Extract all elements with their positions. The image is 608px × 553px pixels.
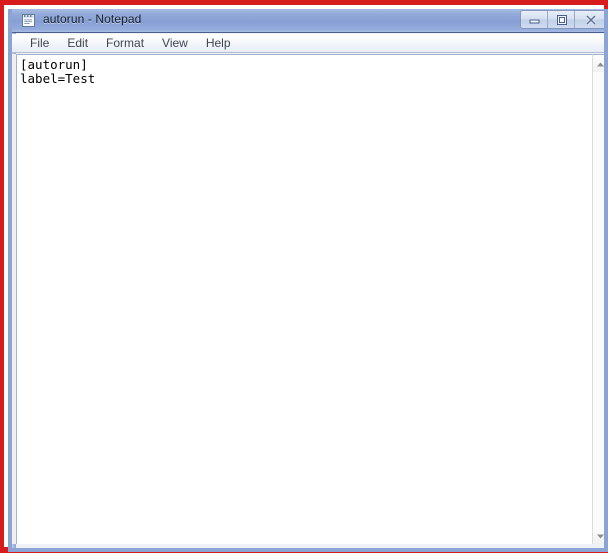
text-editor[interactable]: [autorun] label=Test xyxy=(16,54,592,544)
scroll-up-button[interactable] xyxy=(593,55,605,73)
notepad-icon xyxy=(21,13,36,28)
window-title: autorun - Notepad xyxy=(43,12,142,26)
scroll-down-button[interactable] xyxy=(593,527,605,545)
close-icon xyxy=(584,14,598,26)
close-button[interactable] xyxy=(575,11,604,28)
client-area: [autorun] label=Test xyxy=(12,54,605,545)
maximize-icon xyxy=(555,14,568,26)
menu-item-file[interactable]: File xyxy=(21,35,58,52)
selection-highlight-border: autorun - Notepad File Edit Format View … xyxy=(0,0,608,553)
scroll-up-icon xyxy=(596,55,605,73)
menu-item-help[interactable]: Help xyxy=(197,35,240,52)
editor-content: [autorun] label=Test xyxy=(20,57,96,86)
minimize-icon xyxy=(528,14,541,25)
window-controls xyxy=(520,10,604,29)
menu-bar: File Edit Format View Help xyxy=(12,34,604,53)
vertical-scrollbar[interactable] xyxy=(592,54,605,545)
menu-item-edit[interactable]: Edit xyxy=(58,35,97,52)
maximize-button[interactable] xyxy=(548,11,575,28)
notepad-window: autorun - Notepad File Edit Format View … xyxy=(8,9,608,552)
scroll-down-icon xyxy=(596,527,605,545)
title-bar[interactable]: autorun - Notepad xyxy=(12,9,604,33)
menu-item-view[interactable]: View xyxy=(153,35,197,52)
menu-item-format[interactable]: Format xyxy=(97,35,153,52)
scrollbar-track[interactable] xyxy=(593,72,604,527)
minimize-button[interactable] xyxy=(521,11,548,28)
